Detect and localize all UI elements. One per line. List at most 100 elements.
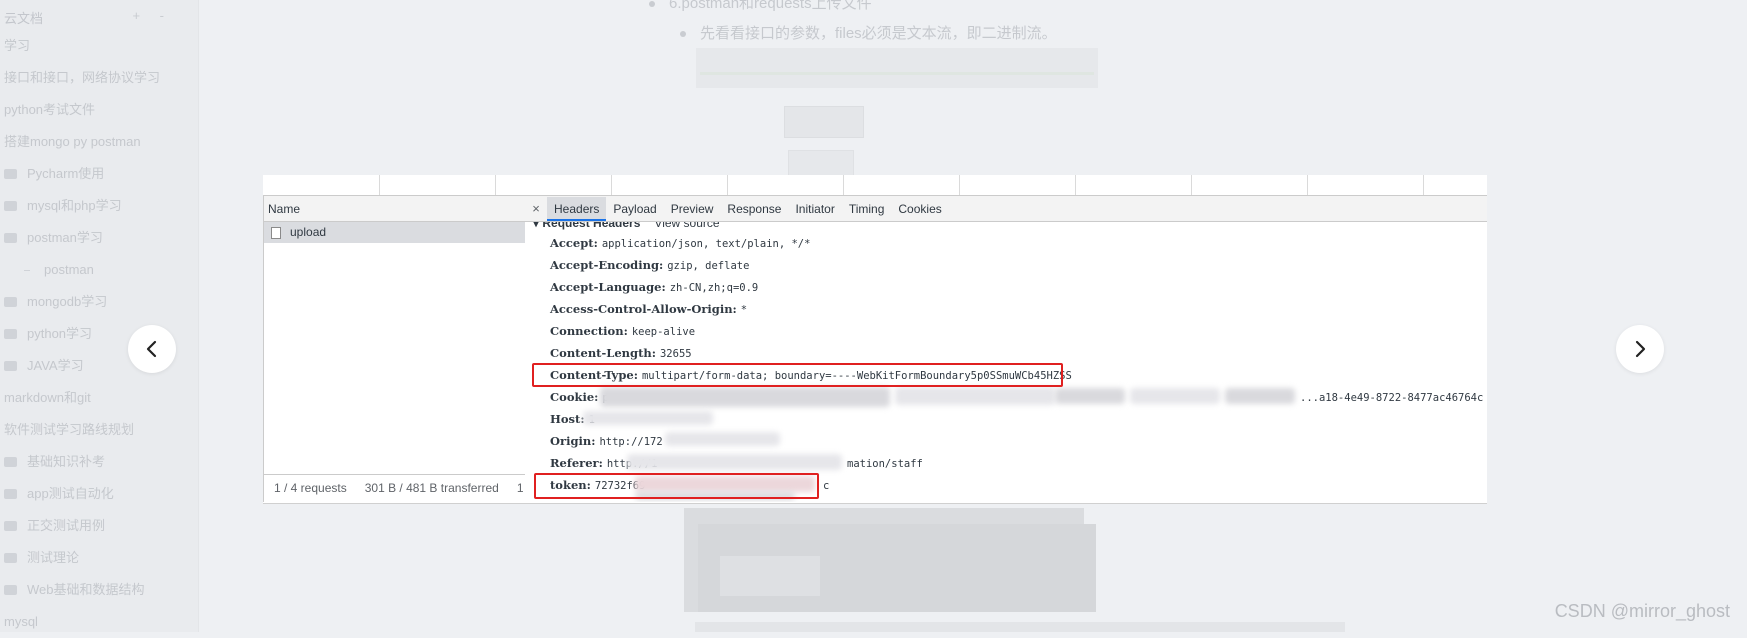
- header-value: application/json, text/plain, */*: [601, 238, 811, 250]
- header-value: gzip, deflate: [667, 260, 750, 272]
- header-value-tail: c: [823, 480, 830, 492]
- sidebar-doc-item[interactable]: 基础知识补考: [0, 446, 160, 478]
- header-row: Content-Length: 32655: [550, 342, 692, 364]
- redaction-blur: [895, 387, 1055, 405]
- header-row: Access-Control-Allow-Origin: *: [550, 298, 747, 320]
- tab-response[interactable]: Response: [720, 197, 788, 221]
- close-icon[interactable]: ×: [525, 197, 547, 221]
- sidebar-doc-label: Pycharm使用: [27, 166, 105, 181]
- sidebar-doc-label: 正交测试用例: [27, 518, 106, 533]
- request-list-pane: Name upload 1 / 4 requests 301 B / 481 B…: [263, 196, 526, 502]
- folder-icon: [4, 521, 17, 531]
- redaction-blur: [583, 411, 713, 425]
- header-value: keep-alive: [631, 326, 696, 338]
- file-icon: [271, 226, 281, 239]
- tab-preview[interactable]: Preview: [664, 197, 721, 221]
- article-sub-bullet-text: 先看看接口的参数，files必须是文本流，即二进制流。: [700, 25, 1057, 42]
- sidebar-doc-item[interactable]: mongodb学习: [0, 286, 160, 318]
- header-key: Connection:: [550, 324, 628, 338]
- folder-icon: [4, 457, 17, 467]
- redaction-blur: [1225, 388, 1295, 404]
- redaction-blur: [1055, 388, 1125, 404]
- tab-timing[interactable]: Timing: [842, 197, 892, 221]
- sidebar-doc-item[interactable]: mysql和php学习: [0, 190, 160, 222]
- header-row-token-tail: c: [819, 474, 829, 496]
- article-image-faded: [788, 150, 854, 176]
- header-value-tail: mation/staff: [847, 458, 923, 470]
- sidebar-doc-label: Web基础和数据结构: [27, 582, 145, 597]
- sidebar-doc-item[interactable]: Web基础和数据结构: [0, 574, 160, 606]
- header-value: 32655: [659, 348, 692, 360]
- section-title-text: Request Headers: [542, 222, 641, 230]
- request-detail-pane: × Headers Payload Preview Response Initi…: [525, 196, 1487, 502]
- sidebar-doc-item[interactable]: postman学习: [0, 222, 160, 254]
- sidebar-doc-item[interactable]: 测试理论: [0, 542, 160, 574]
- folder-icon: [4, 201, 17, 211]
- header-key: Content-Length:: [550, 346, 656, 360]
- sidebar-doc-item[interactable]: 搭建mongo py postman: [0, 126, 160, 158]
- previous-image-button[interactable]: [128, 325, 176, 373]
- header-row: Accept-Language: zh-CN,zh;q=0.9: [550, 276, 758, 298]
- article-bullet: 6.postman和requests上传文件: [649, 0, 872, 13]
- highlight-token: [534, 473, 819, 499]
- network-status-bar: 1 / 4 requests 301 B / 481 B transferred…: [264, 474, 525, 502]
- sidebar-doc-label: postman: [44, 262, 94, 277]
- blog-sidebar: 云文档 + - 学习 接口和接口，网络协议学习 python考试文件 搭建mongo …: [0, 0, 199, 632]
- sidebar-doc-item[interactable]: markdown和git: [0, 382, 160, 414]
- bullet-dot: [680, 31, 686, 38]
- sidebar-doc-item[interactable]: python考试文件: [0, 94, 160, 126]
- folder-icon: [4, 169, 17, 179]
- request-row-upload[interactable]: upload: [264, 222, 525, 243]
- sidebar-doc-label: markdown和git: [4, 390, 91, 405]
- request-headers-section: ▾ Request Headers View source Accept: appl…: [525, 222, 1487, 502]
- tree-line-icon: [24, 269, 30, 271]
- sidebar-doc-item[interactable]: mysql: [0, 606, 160, 638]
- header-key: Accept-Language:: [550, 280, 666, 294]
- sidebar-doc-label: python考试文件: [4, 102, 96, 117]
- view-source-link[interactable]: View source: [654, 222, 719, 230]
- header-value: http://172: [599, 436, 663, 448]
- csdn-watermark: CSDN @mirror_ghost: [1554, 601, 1730, 621]
- article-sub-bullet: 先看看接口的参数，files必须是文本流，即二进制流。: [680, 22, 1057, 43]
- folder-icon: [4, 297, 17, 307]
- next-image-button[interactable]: [1616, 325, 1664, 373]
- sidebar-doc-item[interactable]: 正交测试用例: [0, 510, 160, 542]
- sidebar-doc-label: mysql: [4, 614, 38, 629]
- sidebar-doc-label: postman学习: [27, 230, 103, 245]
- sidebar-doc-label: 测试理论: [27, 550, 80, 565]
- header-key: Access-Control-Allow-Origin:: [550, 302, 737, 316]
- sidebar-header-label: 云文档: [4, 11, 44, 26]
- sidebar-doc-item[interactable]: app测试自动化: [0, 478, 160, 510]
- tab-headers[interactable]: Headers: [547, 197, 607, 221]
- article-bullet-text: 6.postman和requests上传文件: [669, 0, 872, 12]
- sidebar-doc-item[interactable]: 接口和接口，网络协议学习: [0, 62, 160, 94]
- header-key: Accept-Encoding:: [550, 258, 664, 272]
- sidebar-doc-label: JAVA学习: [27, 358, 84, 373]
- bullet-dot: [649, 1, 655, 8]
- request-headers-title[interactable]: ▾ Request Headers View source: [533, 222, 720, 230]
- sidebar-doc-label: python学习: [27, 326, 93, 341]
- folder-icon: [4, 361, 17, 371]
- header-key: Cookie:: [550, 390, 599, 404]
- chevron-left-icon: [146, 340, 157, 358]
- header-row-referer-tail: mation/staff: [843, 452, 923, 474]
- redaction-blur: [627, 454, 842, 470]
- tab-payload[interactable]: Payload: [606, 197, 663, 221]
- folder-icon: [4, 233, 17, 243]
- header-value: *: [740, 304, 748, 316]
- article-image-faded: [720, 556, 820, 596]
- tab-cookies[interactable]: Cookies: [891, 197, 948, 221]
- sidebar-doc-item[interactable]: 软件测试学习路线规划: [0, 414, 160, 446]
- name-column-header[interactable]: Name: [264, 196, 525, 222]
- folder-icon: [4, 553, 17, 563]
- sidebar-doc-label: 接口和接口，网络协议学习: [4, 70, 161, 85]
- article-image-faded: [784, 106, 864, 138]
- status-extra: 1: [516, 481, 524, 495]
- header-row: Accept: application/json, text/plain, */*: [550, 232, 810, 254]
- header-key: Host:: [550, 412, 585, 426]
- tab-initiator[interactable]: Initiator: [788, 197, 841, 221]
- sidebar-doc-item[interactable]: 学习: [0, 30, 160, 62]
- sidebar-doc-item[interactable]: postman: [0, 254, 160, 286]
- sidebar-doc-label: mongodb学习: [27, 294, 108, 309]
- sidebar-doc-item[interactable]: Pycharm使用: [0, 158, 160, 190]
